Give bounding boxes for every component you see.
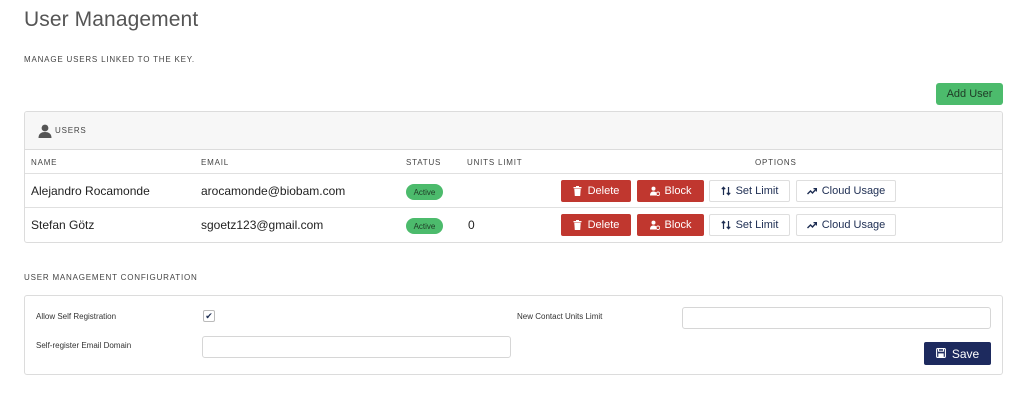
- trash-icon: [573, 186, 583, 196]
- new-contact-units-limit-label: New Contact Units Limit: [517, 312, 603, 321]
- users-panel-header: USERS: [25, 112, 1002, 150]
- delete-label: Delete: [587, 219, 620, 231]
- cloud-usage-button[interactable]: Cloud Usage: [796, 180, 896, 202]
- cloud-usage-label: Cloud Usage: [821, 219, 886, 231]
- page-subtitle: MANAGE USERS LINKED TO THE KEY.: [24, 55, 195, 64]
- cloud-usage-button[interactable]: Cloud Usage: [796, 214, 896, 236]
- allow-self-registration-label: Allow Self Registration: [36, 312, 117, 321]
- arrows-up-down-icon: [720, 220, 731, 230]
- delete-label: Delete: [587, 185, 620, 197]
- status-badge: Active: [406, 184, 443, 200]
- user-email: arocamonde@biobam.com: [201, 184, 346, 198]
- column-header-name: NAME: [31, 158, 58, 167]
- save-label: Save: [951, 346, 980, 361]
- self-register-domain-label: Self-register Email Domain: [36, 341, 132, 350]
- users-panel-title: USERS: [55, 126, 87, 135]
- column-header-status: STATUS: [406, 158, 442, 167]
- new-contact-units-limit-input[interactable]: [682, 307, 991, 329]
- delete-button[interactable]: Delete: [561, 214, 631, 236]
- status-badge: Active: [406, 218, 443, 234]
- self-register-domain-input[interactable]: [202, 336, 511, 358]
- table-row: Alejandro Rocamonde arocamonde@biobam.co…: [25, 174, 1002, 208]
- block-button[interactable]: Block: [637, 180, 704, 202]
- config-panel: Allow Self Registration ✔ Self-register …: [24, 295, 1003, 375]
- users-table-header: NAME EMAIL STATUS UNITS LIMIT OPTIONS: [25, 150, 1002, 174]
- user-block-icon: [649, 186, 660, 196]
- user-name: Stefan Götz: [31, 218, 95, 232]
- block-label: Block: [664, 219, 692, 231]
- checkmark-icon: ✔: [205, 310, 213, 321]
- trend-up-icon: [806, 220, 817, 230]
- trash-icon: [573, 220, 583, 230]
- user-name: Alejandro Rocamonde: [31, 184, 150, 198]
- column-header-email: EMAIL: [201, 158, 230, 167]
- set-limit-label: Set Limit: [735, 219, 779, 231]
- user-block-icon: [649, 220, 660, 230]
- trend-up-icon: [806, 186, 817, 196]
- block-label: Block: [664, 185, 692, 197]
- column-header-options: OPTIONS: [755, 158, 797, 167]
- users-panel: USERS NAME EMAIL STATUS UNITS LIMIT OPTI…: [24, 111, 1003, 243]
- add-user-button[interactable]: Add User: [936, 83, 1003, 105]
- allow-self-registration-checkbox[interactable]: ✔: [203, 310, 215, 322]
- config-section-title: USER MANAGEMENT CONFIGURATION: [24, 273, 198, 282]
- set-limit-button[interactable]: Set Limit: [709, 180, 790, 202]
- arrows-up-down-icon: [720, 186, 731, 196]
- units-limit-value: 0: [468, 218, 475, 232]
- set-limit-label: Set Limit: [735, 185, 779, 197]
- page-title: User Management: [24, 8, 199, 31]
- table-row: Stefan Götz sgoetz123@gmail.com Active 0…: [25, 208, 1002, 242]
- set-limit-button[interactable]: Set Limit: [709, 214, 790, 236]
- block-button[interactable]: Block: [637, 214, 704, 236]
- save-button[interactable]: Save: [924, 342, 991, 365]
- column-header-units-limit: UNITS LIMIT: [467, 158, 523, 167]
- save-icon: [935, 347, 946, 361]
- user-icon: [37, 123, 53, 139]
- user-email: sgoetz123@gmail.com: [201, 218, 324, 232]
- delete-button[interactable]: Delete: [561, 180, 631, 202]
- cloud-usage-label: Cloud Usage: [821, 185, 886, 197]
